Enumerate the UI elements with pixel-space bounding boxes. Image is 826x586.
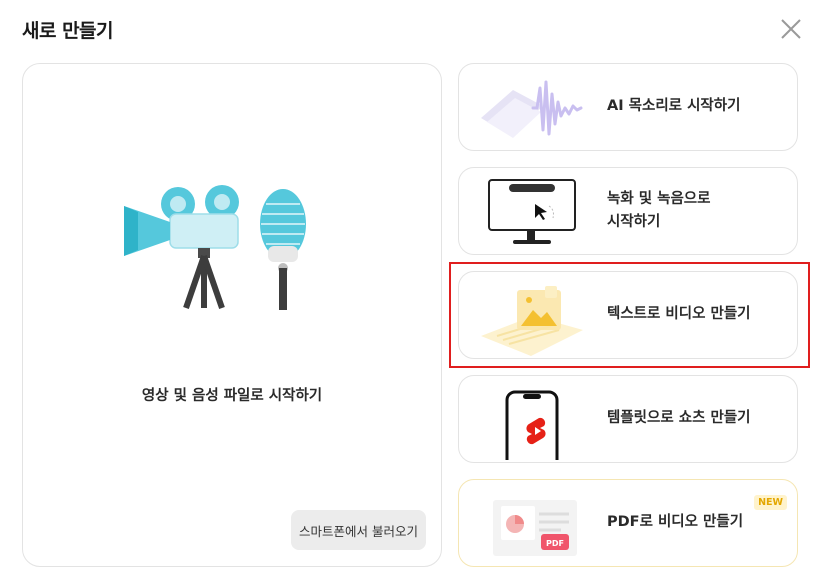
text-to-video-card[interactable]: 텍스트로 비디오 만들기 [458,271,798,359]
template-shorts-card[interactable]: 템플릿으로 쇼츠 만들기 [458,375,798,463]
template-shorts-label: 템플릿으로 쇼츠 만들기 [607,410,751,427]
text-image-icon [481,286,583,356]
close-icon[interactable] [778,16,804,42]
pdf-file-tag: PDF [546,539,564,548]
pdf-to-video-card[interactable]: PDF PDF로 비디오 만들기 NEW [458,479,798,567]
text-to-video-label: 텍스트로 비디오 만들기 [607,306,751,323]
screen-record-label-line2: 시작하기 [607,214,661,230]
load-from-phone-button[interactable]: 스마트폰에서 불러오기 [291,510,426,550]
ai-voice-icon [481,80,583,138]
video-audio-file-card[interactable]: 영상 및 음성 파일로 시작하기 스마트폰에서 불러오기 [22,63,442,567]
monitor-record-icon [488,179,576,244]
screen-record-card[interactable]: 녹화 및 녹음으로시작하기 [458,167,798,255]
pdf-document-icon: PDF [493,500,577,556]
pdf-to-video-label: PDF로 비디오 만들기 [607,514,744,531]
camera-microphone-icon [124,185,306,310]
dialog-title: 새로 만들기 [22,20,114,42]
new-badge: NEW [754,495,787,510]
phone-shorts-icon [505,390,559,460]
ai-voice-card[interactable]: AI 목소리로 시작하기 [458,63,798,151]
video-audio-file-label: 영상 및 음성 파일로 시작하기 [141,388,323,404]
ai-voice-label: AI 목소리로 시작하기 [607,98,741,115]
screen-record-label-line1: 녹화 및 녹음으로 [607,190,711,207]
screen-record-label: 녹화 및 녹음으로시작하기 [607,168,710,254]
